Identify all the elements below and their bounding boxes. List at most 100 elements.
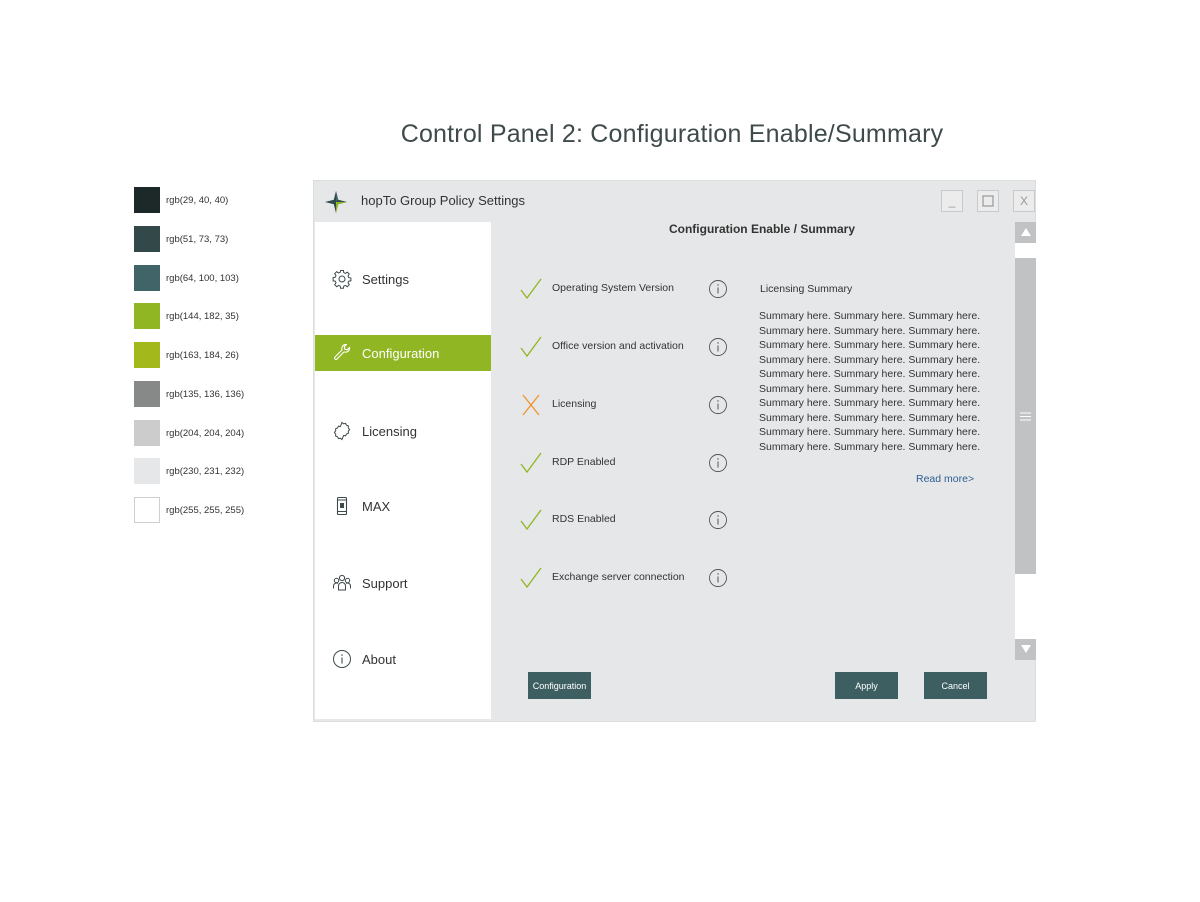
summary-line: Summary here. Summary here. Summary here… [759, 368, 981, 380]
palette-row: rgb(230, 231, 232) [134, 458, 244, 484]
palette-row: rgb(29, 40, 40) [134, 187, 228, 213]
read-more-link[interactable]: Read more> [916, 473, 974, 485]
sidebar-item-label: Support [362, 575, 408, 591]
checkmark-icon [520, 509, 542, 531]
info-icon[interactable] [708, 337, 728, 357]
palette-row: rgb(51, 73, 73) [134, 226, 228, 252]
swatch-label: rgb(163, 184, 26) [166, 349, 239, 361]
close-label: X [1019, 194, 1028, 208]
swatch-label: rgb(230, 231, 232) [166, 465, 245, 477]
check-label: RDS Enabled [552, 513, 616, 525]
color-swatch [134, 342, 160, 368]
color-swatch [134, 420, 160, 446]
maximize-button[interactable] [977, 190, 999, 212]
check-row: Office version and activation [519, 334, 727, 360]
sidebar-item-label: Licensing [362, 423, 417, 439]
color-swatch [134, 187, 160, 213]
info-icon[interactable] [708, 279, 728, 299]
summary-line: Summary here. Summary here. Summary here… [759, 440, 981, 453]
info-icon[interactable] [708, 568, 728, 588]
swatch-label: rgb(255, 255, 255) [166, 504, 245, 516]
scroll-up-button[interactable] [1015, 222, 1036, 243]
configuration-button[interactable]: Configuration [528, 672, 591, 699]
check-row: RDS Enabled [519, 507, 727, 533]
summary-line: Summary here. Summary here. Summary here… [759, 310, 981, 322]
checkmark-icon [520, 278, 542, 300]
vertical-scrollbar[interactable] [1015, 222, 1036, 662]
info-icon[interactable] [708, 395, 728, 415]
swatch-label: rgb(204, 204, 204) [166, 427, 245, 439]
sidebar-item-settings[interactable]: Settings [315, 261, 491, 297]
summary-line: Summary here. Summary here. Summary here… [759, 353, 981, 366]
color-swatch [134, 458, 160, 484]
gear-icon [332, 269, 352, 289]
palette-row: rgb(144, 182, 35) [134, 303, 239, 329]
cancel-button[interactable]: Cancel [924, 672, 987, 699]
minimize-button[interactable]: _ [941, 190, 963, 212]
sidebar-item-label: Settings [362, 271, 409, 287]
people-icon [332, 573, 352, 593]
check-row: Licensing [519, 392, 727, 418]
sidebar-item-label: Configuration [362, 345, 440, 361]
scroll-down-button[interactable] [1015, 639, 1036, 660]
arrow-up-icon [1020, 228, 1031, 236]
app-window: hopTo Group Policy Settings _ X Settings [313, 180, 1036, 722]
window-title: hopTo Group Policy Settings [361, 193, 526, 208]
checkmark-icon [520, 336, 542, 358]
sidebar-item-configuration[interactable]: Configuration [315, 335, 491, 371]
swatch-label: rgb(135, 136, 136) [166, 388, 245, 400]
hopto-logo-icon [325, 191, 347, 213]
color-swatch [134, 381, 160, 407]
check-label: Office version and activation [552, 340, 684, 352]
summary-title: Licensing Summary [760, 283, 853, 295]
section-title: Configuration Enable / Summary [668, 222, 856, 236]
minimize-label: _ [948, 194, 956, 208]
sidebar-item-about[interactable]: About [315, 641, 491, 677]
cross-icon [522, 394, 540, 416]
info-icon[interactable] [708, 453, 728, 473]
color-swatch [134, 265, 160, 291]
sidebar-item-label: MAX [362, 498, 391, 514]
sidebar-item-licensing[interactable]: Licensing [315, 413, 491, 449]
summary-line: Summary here. Summary here. Summary here… [759, 426, 981, 438]
badge-icon [332, 421, 352, 441]
sidebar: Settings Configuration Licensing MAX Sup… [315, 222, 491, 719]
swatch-label: rgb(64, 100, 103) [166, 272, 239, 284]
color-swatch [134, 226, 160, 252]
swatch-label: rgb(51, 73, 73) [166, 233, 229, 245]
check-row: Operating System Version [519, 276, 727, 302]
sidebar-item-support[interactable]: Support [315, 565, 491, 601]
palette-row: rgb(255, 255, 255) [134, 497, 244, 523]
summary-body: Summary here. Summary here. Summary here… [759, 309, 991, 454]
palette-row: rgb(204, 204, 204) [134, 420, 244, 446]
info-icon[interactable] [708, 510, 728, 530]
apply-button[interactable]: Apply [835, 672, 898, 699]
scroll-thumb[interactable] [1015, 258, 1036, 574]
title-bar: hopTo Group Policy Settings _ X [314, 181, 1035, 221]
summary-line: Summary here. Summary here. Summary here… [759, 397, 981, 409]
palette-row: rgb(135, 136, 136) [134, 381, 244, 407]
swatch-label: rgb(144, 182, 35) [166, 310, 239, 322]
scroll-track[interactable] [1015, 243, 1036, 639]
page-title: Control Panel 2: Configuration Enable/Su… [400, 120, 944, 148]
summary-line: Summary here. Summary here. Summary here… [759, 339, 981, 351]
info-icon [332, 649, 352, 669]
close-button[interactable]: X [1013, 190, 1035, 212]
maximize-icon [982, 195, 994, 207]
check-label: Exchange server connection [552, 571, 685, 583]
check-label: Operating System Version [552, 282, 674, 294]
checkmark-icon [520, 452, 542, 474]
sidebar-item-label: About [362, 651, 396, 667]
mobile-icon [332, 496, 352, 516]
summary-line: Summary here. Summary here. Summary here… [759, 324, 981, 337]
check-row: RDP Enabled [519, 450, 727, 476]
check-label: RDP Enabled [552, 456, 616, 468]
sidebar-item-max[interactable]: MAX [315, 488, 491, 524]
color-swatch [134, 497, 160, 523]
check-row: Exchange server connection [519, 565, 727, 591]
grip-icon [1020, 412, 1031, 421]
summary-line: Summary here. Summary here. Summary here… [759, 411, 981, 424]
wrench-icon [332, 343, 352, 363]
palette-row: rgb(64, 100, 103) [134, 265, 239, 291]
checkmark-icon [520, 567, 542, 589]
